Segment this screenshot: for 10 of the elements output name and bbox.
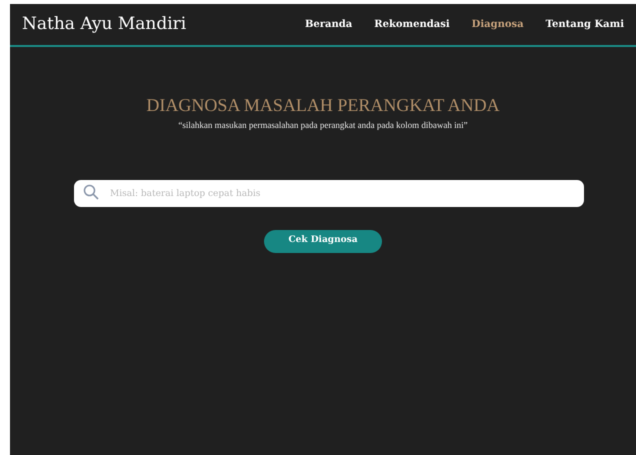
page-heading: DIAGNOSA MASALAH PERANGKAT ANDA — [145, 94, 501, 117]
search-icon — [83, 184, 99, 200]
nav-link[interactable]: Beranda — [304, 17, 352, 32]
nav-link[interactable]: Tentang Kami — [546, 17, 624, 32]
search-field[interactable]: Misal: baterai laptop cepat habis — [74, 180, 584, 207]
nav-link[interactable]: Rekomendasi — [374, 17, 450, 32]
page-subheading: “silahkan masukan permasalahan pada perangkat anda pada kolom dibawah ini” — [177, 119, 469, 132]
check-diagnosis-button[interactable]: Cek Diagnosa — [264, 230, 382, 252]
nav-link[interactable]: Diagnosa — [472, 17, 524, 32]
brand-title[interactable]: Natha Ayu Mandiri — [22, 12, 186, 38]
